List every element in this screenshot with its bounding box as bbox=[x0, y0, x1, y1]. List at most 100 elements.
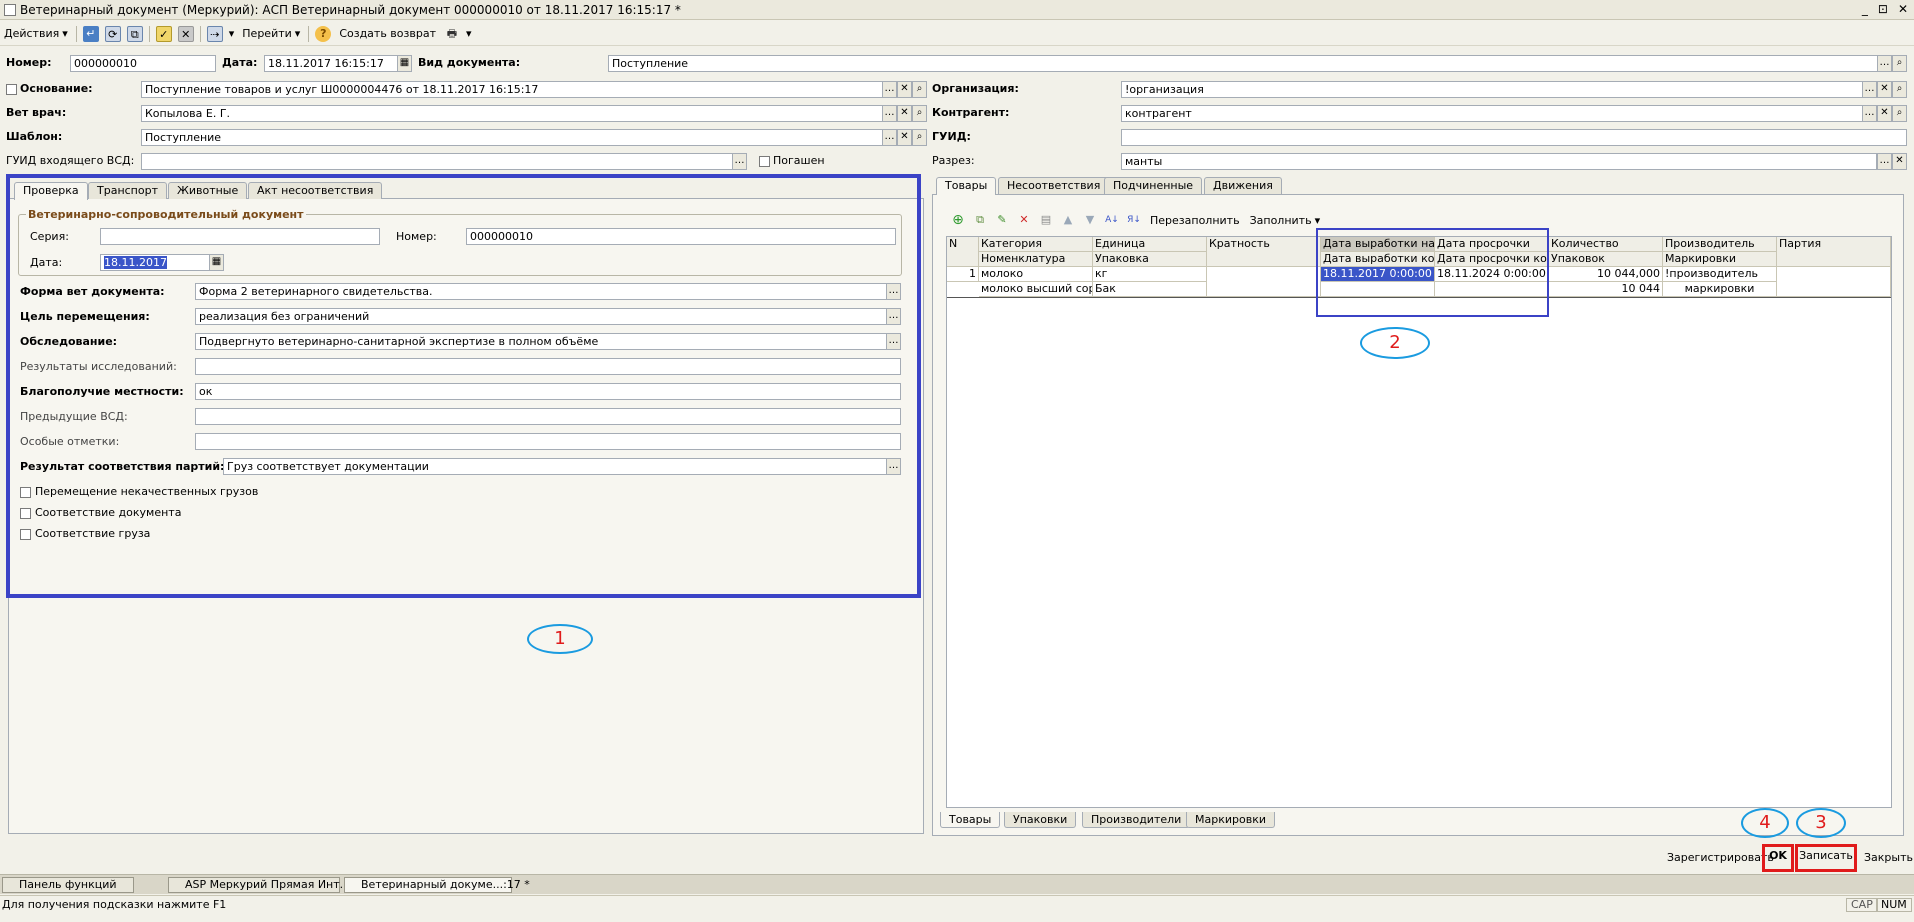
tab-check[interactable]: Проверка bbox=[14, 182, 88, 200]
print-icon[interactable]: 🖶 bbox=[444, 26, 460, 42]
search-icon[interactable]: ⌕ bbox=[1892, 81, 1907, 98]
cut-input[interactable]: манты bbox=[1121, 153, 1877, 170]
table-cell[interactable]: 10 044,000 bbox=[1549, 267, 1663, 282]
sort-asc-icon[interactable]: A↓ bbox=[1104, 212, 1120, 228]
refresh-icon[interactable]: ⟳ bbox=[104, 25, 121, 42]
number-input[interactable]: 000000010 bbox=[70, 55, 216, 72]
column-header[interactable]: Количество bbox=[1549, 237, 1663, 252]
copy-row-icon[interactable]: ⧉ bbox=[972, 212, 988, 228]
copy-icon[interactable]: ⧉ bbox=[126, 25, 143, 42]
minimize-button[interactable]: _ bbox=[1862, 2, 1868, 16]
clear-icon[interactable]: ✕ bbox=[897, 81, 912, 98]
fill-menu[interactable]: Заполнить ▾ bbox=[1248, 214, 1323, 227]
table-cell[interactable] bbox=[1207, 267, 1321, 297]
move-down-icon[interactable]: ▼ bbox=[1082, 212, 1098, 228]
repaid-checkbox[interactable] bbox=[759, 156, 770, 167]
based-on-icon[interactable]: ⇢ bbox=[206, 25, 223, 42]
calendar-icon[interactable]: ▦ bbox=[397, 55, 412, 72]
column-header[interactable]: Упаковка bbox=[1093, 252, 1207, 267]
column-header[interactable]: Упаковок bbox=[1549, 252, 1663, 267]
date-input[interactable]: 18.11.2017 16:15:17 bbox=[264, 55, 398, 72]
move-up-icon[interactable]: ▲ bbox=[1060, 212, 1076, 228]
tab-movements[interactable]: Движения bbox=[1204, 177, 1282, 194]
template-input[interactable]: Поступление bbox=[141, 129, 883, 146]
bottom-tab-producers[interactable]: Производители bbox=[1082, 812, 1191, 828]
unpost-icon[interactable]: ✕ bbox=[177, 25, 194, 42]
org-input[interactable]: !организация bbox=[1121, 81, 1863, 98]
cut-label: Разрез: bbox=[932, 154, 975, 167]
table-cell[interactable] bbox=[1777, 267, 1891, 297]
register-button[interactable]: Зарегистрировать bbox=[1667, 850, 1774, 866]
refill-button[interactable]: Перезаполнить bbox=[1148, 214, 1242, 227]
actions-menu[interactable]: Действия ▾ bbox=[2, 27, 70, 40]
basis-checkbox[interactable] bbox=[6, 84, 17, 95]
table-cell[interactable]: 10 044 bbox=[1549, 282, 1663, 297]
clear-icon[interactable]: ✕ bbox=[1877, 105, 1892, 122]
column-header[interactable]: Категория bbox=[979, 237, 1093, 252]
bottom-tab-markings[interactable]: Маркировки bbox=[1186, 812, 1275, 828]
search-icon[interactable]: ⌕ bbox=[912, 81, 927, 98]
create-return-button[interactable]: Создать возврат bbox=[337, 27, 438, 40]
table-cell[interactable]: Бак bbox=[1093, 282, 1207, 297]
clear-icon[interactable]: ✕ bbox=[1892, 153, 1907, 170]
table-cell[interactable]: !производитель bbox=[1663, 267, 1777, 282]
guid-in-input[interactable] bbox=[141, 153, 733, 170]
column-header[interactable]: Маркировки bbox=[1663, 252, 1777, 267]
search-icon[interactable]: ⌕ bbox=[912, 129, 927, 146]
table-cell[interactable]: 1 bbox=[947, 267, 979, 282]
toolbar-separator bbox=[199, 25, 201, 42]
add-icon[interactable]: ⊕ bbox=[950, 212, 966, 228]
tab-goods[interactable]: Товары bbox=[936, 177, 997, 195]
table-cell[interactable]: молоко bbox=[979, 267, 1093, 282]
search-icon[interactable]: ⌕ bbox=[912, 105, 927, 122]
bottom-tab-goods[interactable]: Товары bbox=[940, 812, 1001, 828]
delete-icon[interactable]: ✕ bbox=[1016, 212, 1032, 228]
select-button[interactable]: … bbox=[1877, 153, 1892, 170]
select-button[interactable]: … bbox=[1877, 55, 1892, 72]
save-icon[interactable]: ↵ bbox=[82, 25, 99, 42]
close-window-button[interactable]: ✕ bbox=[1898, 2, 1908, 16]
sort-desc-icon[interactable]: Я↓ bbox=[1126, 212, 1142, 228]
table-cell[interactable]: маркировки bbox=[1663, 282, 1777, 297]
end-edit-icon[interactable]: ▤ bbox=[1038, 212, 1054, 228]
clear-icon[interactable]: ✕ bbox=[1877, 81, 1892, 98]
column-header[interactable]: Партия bbox=[1777, 237, 1891, 267]
contractor-label: Контрагент: bbox=[932, 106, 1010, 119]
restore-button[interactable]: ⊡ bbox=[1878, 2, 1888, 16]
basis-input[interactable]: Поступление товаров и услуг Ш0000004476 … bbox=[141, 81, 883, 98]
taskbar-item-vet-document[interactable]: Ветеринарный докуме...:17 * bbox=[344, 877, 530, 893]
tab-nonconformities[interactable]: Несоответствия bbox=[998, 177, 1110, 194]
tab-subordinates[interactable]: Подчиненные bbox=[1104, 177, 1203, 194]
select-button[interactable]: … bbox=[882, 105, 897, 122]
contractor-input[interactable]: контрагент bbox=[1121, 105, 1863, 122]
edit-icon[interactable]: ✎ bbox=[994, 212, 1010, 228]
bottom-tab-packages[interactable]: Упаковки bbox=[1004, 812, 1077, 828]
post-icon[interactable]: ✓ bbox=[155, 25, 172, 42]
select-button[interactable]: … bbox=[1862, 81, 1877, 98]
column-header[interactable]: Единица bbox=[1093, 237, 1207, 252]
table-cell[interactable]: молоко высший сорт bbox=[979, 282, 1093, 297]
search-icon[interactable]: ⌕ bbox=[1892, 105, 1907, 122]
close-button[interactable]: Закрыть bbox=[1864, 850, 1913, 866]
goto-menu[interactable]: Перейти ▾ bbox=[240, 27, 302, 40]
select-button[interactable]: … bbox=[1862, 105, 1877, 122]
taskbar-item-asp-mercury[interactable]: ASP Меркурий Прямая Инт... bbox=[168, 877, 350, 893]
column-header[interactable]: Номенклатура bbox=[979, 252, 1093, 267]
guid-input[interactable] bbox=[1121, 129, 1907, 146]
clear-icon[interactable]: ✕ bbox=[897, 105, 912, 122]
column-header[interactable]: Кратность bbox=[1207, 237, 1321, 267]
org-label: Организация: bbox=[932, 82, 1019, 95]
table-cell[interactable]: кг bbox=[1093, 267, 1207, 282]
help-icon[interactable]: ? bbox=[315, 25, 332, 42]
search-icon[interactable]: ⌕ bbox=[1892, 55, 1907, 72]
column-header[interactable]: Производитель bbox=[1663, 237, 1777, 252]
vet-input[interactable]: Копылова Е. Г. bbox=[141, 105, 883, 122]
select-button[interactable]: … bbox=[732, 153, 747, 170]
doctype-select[interactable]: Поступление bbox=[608, 55, 1878, 72]
select-button[interactable]: … bbox=[882, 81, 897, 98]
taskbar-item-functions-panel[interactable]: Панель функций bbox=[2, 877, 134, 893]
goods-table[interactable]: N Категория Единица Кратность Дата выраб… bbox=[946, 236, 1892, 808]
clear-icon[interactable]: ✕ bbox=[897, 129, 912, 146]
select-button[interactable]: … bbox=[882, 129, 897, 146]
column-header[interactable]: N bbox=[947, 237, 979, 267]
